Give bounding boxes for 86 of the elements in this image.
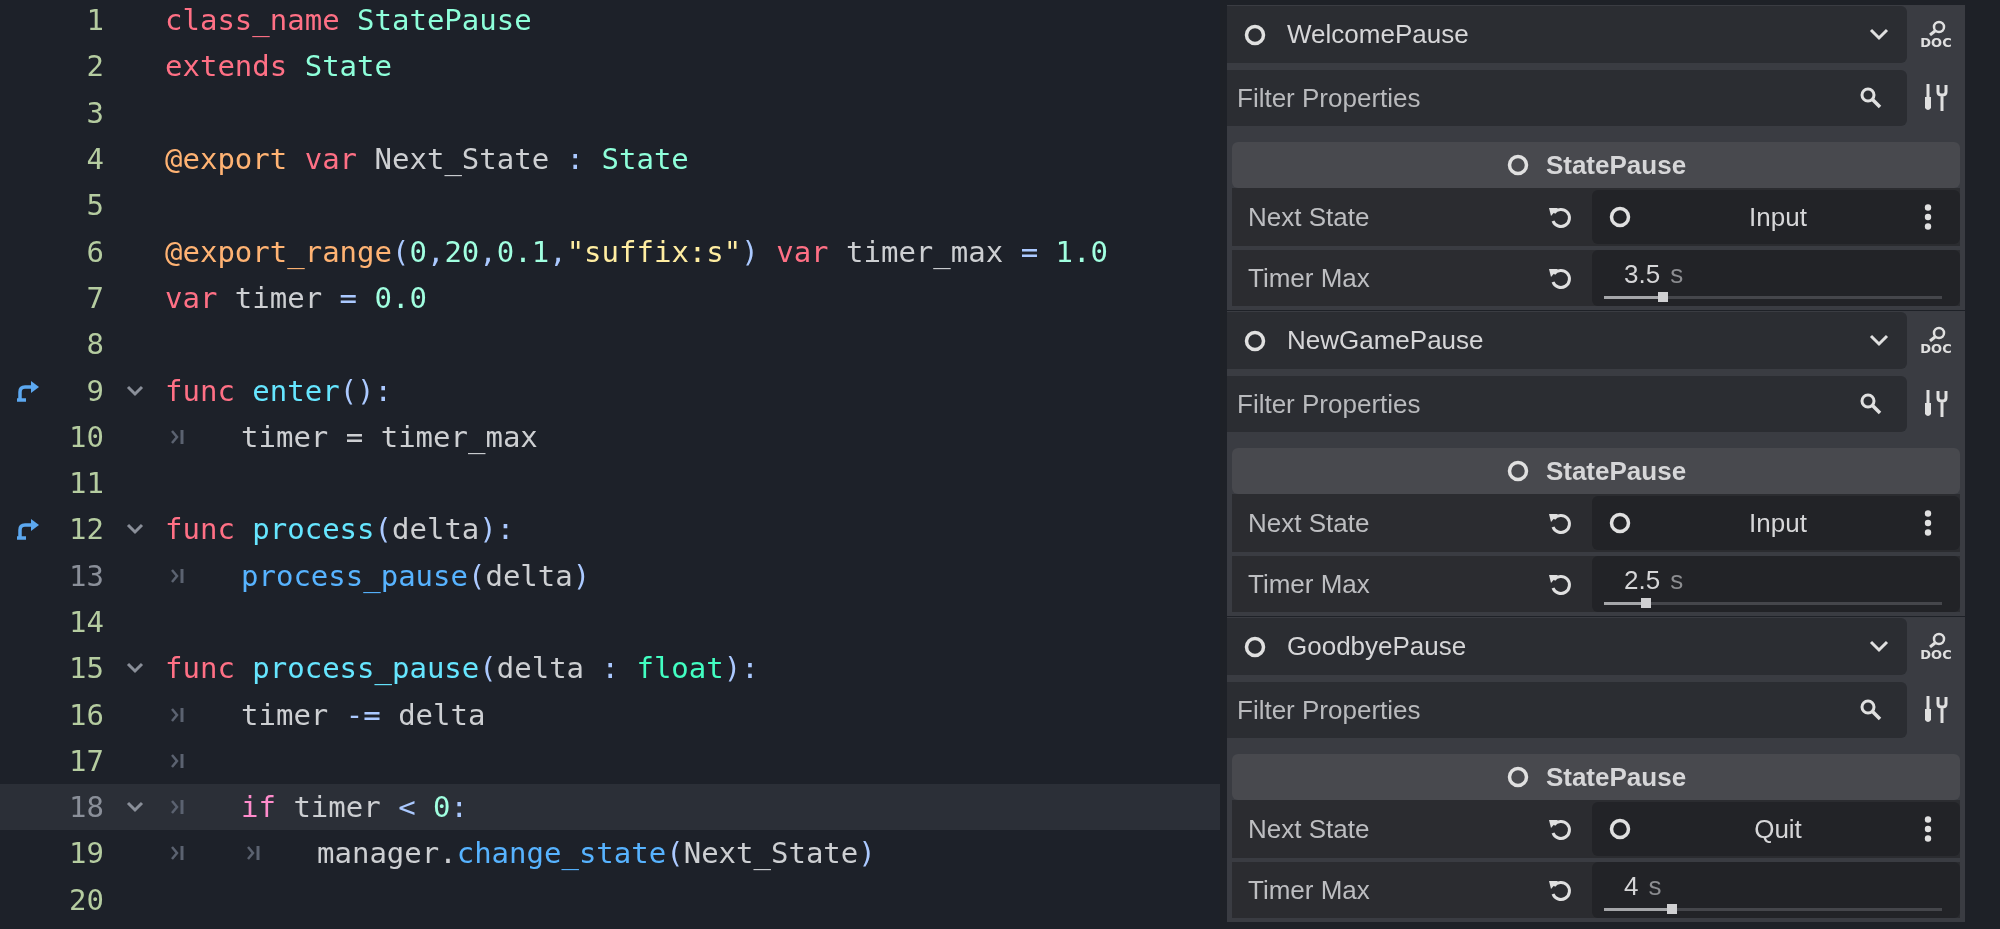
line-number: 16 — [68, 697, 104, 732]
circle-icon — [1243, 328, 1267, 353]
code-line: @export_range(0,20,0.1,"suffix:s") var timer_max = 1.0 — [165, 234, 1108, 269]
tab-marker-icon — [247, 845, 261, 862]
property-label: Next State — [1248, 201, 1371, 233]
node-field[interactable]: Input — [1592, 496, 1960, 550]
code-line: func process(delta): — [165, 512, 515, 547]
filter-field[interactable]: Filter Properties — [1227, 376, 1907, 432]
node-selector[interactable]: GoodbyePause — [1227, 618, 1907, 675]
number-slider-field[interactable]: 3.5 s — [1592, 250, 1960, 306]
circle-icon — [1608, 817, 1632, 841]
code-line: process_pause(delta) — [241, 558, 591, 593]
tab-marker-icon — [171, 799, 185, 816]
line-number: 15 — [68, 651, 104, 686]
tools-icon — [1923, 83, 1949, 113]
line-number: 6 — [85, 234, 104, 269]
code-line: if timer < 0: — [241, 790, 468, 825]
line-number: 5 — [85, 188, 104, 223]
tools-icon — [1923, 695, 1949, 725]
node-selector[interactable]: NewGamePause — [1227, 312, 1907, 369]
property-label: Next State — [1248, 507, 1371, 539]
section-header[interactable]: StatePause — [1232, 754, 1960, 800]
code-line: manager.change_state(Next_State) — [317, 836, 876, 871]
line-number: 7 — [85, 280, 104, 315]
node-field[interactable]: Quit — [1592, 802, 1960, 856]
tab-marker-icon — [171, 845, 185, 862]
line-number: 10 — [68, 419, 104, 454]
tab-marker-icon — [171, 567, 185, 584]
tools-icon — [1923, 389, 1949, 419]
line-number: 4 — [85, 142, 104, 177]
circle-icon — [1608, 511, 1632, 535]
property-label: Next State — [1248, 813, 1371, 845]
chevron-down-icon[interactable] — [125, 801, 144, 814]
chevron-down-icon[interactable] — [125, 662, 144, 675]
line-number: 3 — [85, 95, 104, 130]
kebab-menu-icon[interactable] — [1924, 510, 1932, 536]
node-field[interactable]: Input — [1592, 190, 1960, 244]
line-number: 19 — [68, 836, 104, 871]
code-line: @export var Next_State : State — [165, 142, 689, 177]
kebab-menu-icon[interactable] — [1924, 204, 1932, 230]
property-label: Timer Max — [1248, 568, 1371, 600]
search-icon[interactable] — [1859, 86, 1883, 110]
line-number: 17 — [68, 743, 104, 778]
tab-marker-icon — [171, 706, 185, 723]
chevron-down-icon[interactable] — [125, 523, 144, 536]
kebab-menu-icon[interactable] — [1924, 816, 1932, 842]
code-line: timer -= delta — [241, 697, 486, 732]
circle-icon — [1505, 459, 1530, 483]
code-line: timer = timer_max — [241, 419, 538, 454]
line-number: 9 — [85, 373, 104, 408]
line-number: 2 — [85, 49, 104, 84]
search-icon[interactable] — [1859, 392, 1883, 416]
chevron-down-icon — [1869, 333, 1889, 348]
circle-icon — [1505, 765, 1530, 789]
search-icon[interactable] — [1859, 698, 1883, 722]
circle-icon — [1243, 22, 1267, 47]
chevron-down-icon — [1869, 639, 1889, 654]
code-line: func process_pause(delta : float): — [165, 651, 759, 686]
line-number: 12 — [68, 512, 104, 547]
circle-icon — [1608, 205, 1632, 229]
line-number: 20 — [68, 882, 104, 917]
section-header[interactable]: StatePause — [1232, 142, 1960, 188]
section-header[interactable]: StatePause — [1232, 448, 1960, 494]
code-line: var timer = 0.0 — [165, 280, 427, 315]
line-number: 8 — [85, 327, 104, 362]
tab-marker-icon — [171, 752, 185, 769]
node-selector[interactable]: WelcomePause — [1227, 6, 1907, 63]
line-number: 11 — [68, 466, 104, 501]
circle-icon — [1505, 153, 1530, 177]
code-line: func enter(): — [165, 373, 392, 408]
chevron-down-icon — [1869, 27, 1889, 42]
line-number: 14 — [68, 605, 104, 639]
circle-icon — [1243, 634, 1267, 659]
filter-field[interactable]: Filter Properties — [1227, 70, 1907, 126]
tab-marker-icon — [171, 428, 185, 445]
line-number: 18 — [68, 790, 104, 825]
line-number: 1 — [85, 3, 104, 38]
code-line: class_name StatePause — [165, 3, 532, 38]
code-line: extends State — [165, 49, 392, 84]
property-label: Timer Max — [1248, 262, 1371, 294]
property-label: Timer Max — [1248, 874, 1371, 906]
line-number: 13 — [68, 558, 104, 593]
filter-field[interactable]: Filter Properties — [1227, 682, 1907, 738]
chevron-down-icon[interactable] — [125, 384, 144, 397]
number-slider-field[interactable]: 2.5 s — [1592, 556, 1960, 612]
number-slider-field[interactable]: 4 s — [1592, 862, 1960, 918]
